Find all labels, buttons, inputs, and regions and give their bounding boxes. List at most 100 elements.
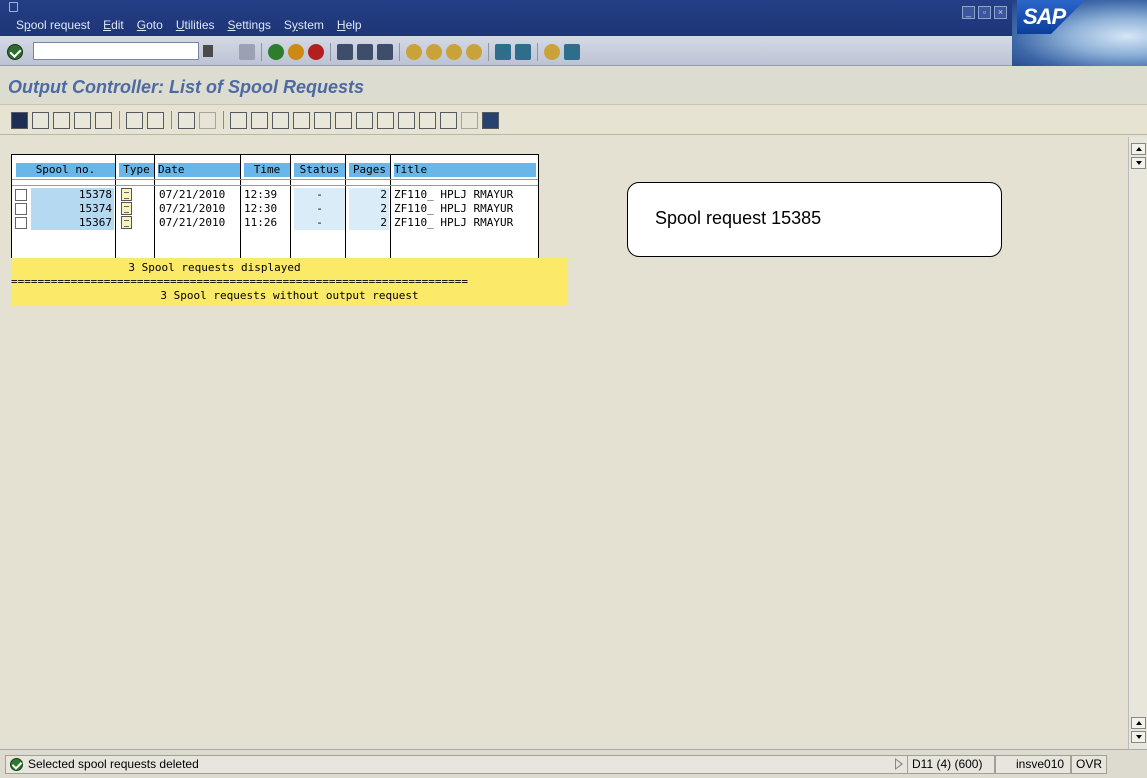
- sort-descending-icon[interactable]: [356, 111, 373, 129]
- next-page-icon[interactable]: [446, 44, 462, 60]
- status-expand-icon[interactable]: [895, 758, 903, 770]
- spool-pages: 2: [349, 216, 389, 230]
- server-info[interactable]: insve010: [995, 755, 1071, 774]
- find-in-list-icon[interactable]: [314, 111, 331, 129]
- spool-number[interactable]: 15367: [31, 216, 114, 230]
- select-all-icon[interactable]: [377, 111, 394, 129]
- refresh-icon[interactable]: [11, 111, 28, 129]
- print-icon[interactable]: [337, 44, 353, 60]
- spool-title: ZF110_ HPLJ RMAYUR: [394, 202, 514, 215]
- print-with-changed-parameters-icon[interactable]: [53, 111, 70, 129]
- system-menu-icon[interactable]: [9, 2, 18, 12]
- next-item-icon[interactable]: [272, 111, 289, 129]
- status-message[interactable]: Selected spool requests deleted: [5, 755, 993, 774]
- exit-icon[interactable]: [288, 44, 304, 60]
- filter-icon[interactable]: [419, 111, 436, 129]
- subtotal-icon[interactable]: [461, 111, 478, 129]
- content-area: Spool no. Type Date Time Status Pages Ti…: [0, 136, 1127, 748]
- menu-settings[interactable]: Settings: [228, 18, 271, 32]
- status-bar: Selected spool requests deleted D11 (4) …: [0, 749, 1147, 778]
- scroll-up-icon[interactable]: [1131, 143, 1146, 155]
- scroll-down-icon[interactable]: [1131, 157, 1146, 169]
- display-contents-icon[interactable]: [126, 111, 143, 129]
- close-icon[interactable]: ×: [994, 6, 1007, 19]
- header-date[interactable]: Date: [158, 163, 240, 177]
- command-field[interactable]: [33, 42, 199, 60]
- header-time[interactable]: Time: [244, 163, 290, 177]
- layout-menu-icon[interactable]: [564, 44, 580, 60]
- server-name: insve010: [1016, 757, 1065, 771]
- table-row[interactable]: 15378 07/21/2010 12:39 -2 ZF110_ HPLJ RMAYUR: [12, 188, 538, 202]
- send-icon[interactable]: [147, 111, 164, 129]
- deselect-all-icon[interactable]: [398, 111, 415, 129]
- minimize-icon[interactable]: _: [962, 6, 975, 19]
- menu-edit[interactable]: Edit: [103, 18, 124, 32]
- spool-list-table: Spool no. Type Date Time Status Pages Ti…: [11, 154, 539, 266]
- table-row[interactable]: 15374 07/21/2010 12:30 -2 ZF110_ HPLJ RMAYUR: [12, 202, 538, 216]
- header-title[interactable]: Title: [394, 163, 536, 177]
- enter-button[interactable]: [7, 44, 23, 60]
- spool-time: 12:39: [244, 188, 278, 201]
- row-checkbox[interactable]: [15, 217, 27, 229]
- spool-time: 12:30: [244, 202, 278, 215]
- table-row[interactable]: 15367 07/21/2010 11:26 -2 ZF110_ HPLJ RMAYUR: [12, 216, 538, 230]
- information-icon[interactable]: [482, 111, 499, 129]
- row-checkbox[interactable]: [15, 189, 27, 201]
- create-session-icon[interactable]: [495, 44, 511, 60]
- last-item-icon[interactable]: [293, 111, 310, 129]
- spool-number[interactable]: 15378: [31, 188, 114, 202]
- shortcut-icon[interactable]: [515, 44, 531, 60]
- menu-system[interactable]: System: [284, 18, 324, 32]
- previous-page-icon[interactable]: [426, 44, 442, 60]
- last-page-icon[interactable]: [466, 44, 482, 60]
- find-icon[interactable]: [357, 44, 373, 60]
- spool-document-icon[interactable]: [121, 188, 132, 201]
- user-icon[interactable]: [199, 111, 216, 129]
- window-controls: _ ▫ ×: [962, 6, 1007, 19]
- previous-item-icon[interactable]: [251, 111, 268, 129]
- menu-goto[interactable]: Goto: [137, 18, 163, 32]
- cancel-icon[interactable]: [308, 44, 324, 60]
- output-attributes-icon[interactable]: [95, 111, 112, 129]
- spool-status: -: [294, 202, 345, 216]
- header-spool-no[interactable]: Spool no.: [16, 163, 115, 177]
- sum-icon[interactable]: [440, 111, 457, 129]
- spool-time: 11:26: [244, 216, 278, 229]
- spool-number[interactable]: 15374: [31, 202, 114, 216]
- callout-box: Spool request 15385: [627, 182, 1002, 257]
- spool-pages: 2: [349, 188, 389, 202]
- success-check-icon: [10, 758, 23, 771]
- back-small-icon[interactable]: [225, 44, 235, 60]
- output-requests-icon[interactable]: [178, 111, 195, 129]
- vertical-scrollbar[interactable]: [1128, 137, 1147, 749]
- maximize-icon[interactable]: ▫: [978, 6, 991, 19]
- spool-document-icon[interactable]: [121, 202, 132, 215]
- header-status[interactable]: Status: [294, 163, 345, 177]
- spool-pages: 2: [349, 202, 389, 216]
- scroll-page-up-icon[interactable]: [1131, 717, 1146, 729]
- print-directly-icon[interactable]: [32, 111, 49, 129]
- back-icon[interactable]: [268, 44, 284, 60]
- row-checkbox[interactable]: [15, 203, 27, 215]
- sort-ascending-icon[interactable]: [335, 111, 352, 129]
- system-info[interactable]: D11 (4) (600): [907, 755, 995, 774]
- menu-help[interactable]: Help: [337, 18, 362, 32]
- spool-document-icon[interactable]: [121, 216, 132, 229]
- insert-mode[interactable]: OVR: [1071, 755, 1107, 774]
- save-icon[interactable]: [239, 44, 255, 60]
- header-type[interactable]: Type: [119, 163, 154, 177]
- help-icon[interactable]: [544, 44, 560, 60]
- spool-date: 07/21/2010: [159, 202, 226, 215]
- find-next-icon[interactable]: [377, 44, 393, 60]
- scroll-page-down-icon[interactable]: [1131, 731, 1146, 743]
- first-item-icon[interactable]: [230, 111, 247, 129]
- delete-icon[interactable]: [74, 111, 91, 129]
- spool-title: ZF110_ HPLJ RMAYUR: [394, 216, 514, 229]
- command-history-icon[interactable]: [203, 45, 213, 57]
- menu-utilities[interactable]: Utilities: [176, 18, 215, 32]
- spool-status: -: [294, 188, 345, 202]
- menu-spool-request[interactable]: Spool request: [16, 18, 90, 32]
- first-page-icon[interactable]: [406, 44, 422, 60]
- spool-date: 07/21/2010: [159, 188, 226, 201]
- header-pages[interactable]: Pages: [349, 163, 390, 177]
